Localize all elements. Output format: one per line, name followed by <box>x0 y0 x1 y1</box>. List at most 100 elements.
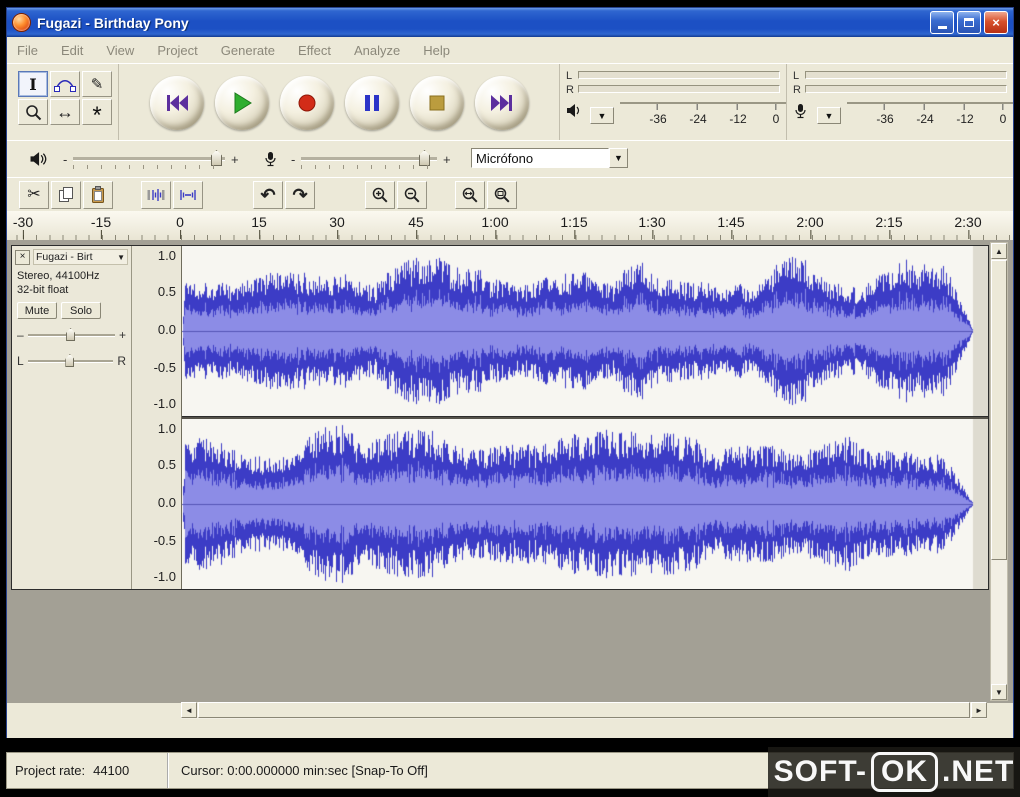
scroll-left-button[interactable]: ◄ <box>181 702 197 718</box>
stop-button[interactable] <box>409 75 464 130</box>
output-volume-thumb[interactable] <box>211 150 222 166</box>
vertical-scrollbar[interactable]: ▲ ▼ <box>990 242 1008 701</box>
waveform-left-channel[interactable] <box>182 246 988 416</box>
input-meter[interactable]: L R ▼ -36 -24 -12 0 <box>787 64 1013 141</box>
gain-slider-thumb[interactable] <box>66 328 76 341</box>
waveform-right-channel[interactable] <box>182 419 988 589</box>
pan-slider[interactable] <box>27 353 114 369</box>
pan-slider-thumb[interactable] <box>65 354 75 367</box>
envelope-icon <box>54 80 76 92</box>
paste-button[interactable] <box>83 181 113 209</box>
gain-slider[interactable] <box>27 327 116 343</box>
track-area: × Fugazi - Birt ▼ Stereo, 44100Hz 32-bit… <box>7 240 1013 703</box>
close-button[interactable]: × <box>984 11 1008 34</box>
double-arrow-icon: ↔ <box>56 102 74 122</box>
multi-tool-button[interactable]: * <box>82 99 112 129</box>
input-source-select[interactable]: Micrófono ▼ <box>471 148 628 168</box>
zoom-out-icon <box>404 187 420 203</box>
fit-project-button[interactable] <box>487 181 517 209</box>
fit-project-icon <box>494 187 510 203</box>
output-meter-dropdown[interactable]: ▼ <box>590 107 614 124</box>
horizontal-scrollbar[interactable]: ◄ ► <box>181 702 987 719</box>
envelope-tool-button[interactable] <box>50 71 80 97</box>
output-volume-icon <box>29 141 47 177</box>
silence-button[interactable] <box>173 181 203 209</box>
pan-left-label: L <box>17 354 24 368</box>
skip-to-start-button[interactable] <box>149 75 204 130</box>
timeline-ruler[interactable]: -30 -15 0 15 30 45 1:00 1:15 1:30 1:45 2… <box>7 211 1013 241</box>
scroll-right-button[interactable]: ► <box>971 702 987 718</box>
trim-button[interactable] <box>141 181 171 209</box>
zoom-tool-button[interactable] <box>18 99 48 125</box>
maximize-button[interactable] <box>957 11 981 34</box>
redo-button[interactable]: ↷ <box>285 181 315 209</box>
selection-tool-button[interactable]: I <box>18 71 48 97</box>
output-right-meter-bar <box>578 85 780 93</box>
menu-edit[interactable]: Edit <box>61 43 83 58</box>
timeshift-tool-button[interactable]: ↔ <box>50 99 80 125</box>
watermark-part3: .NET <box>942 755 1015 788</box>
maximize-icon <box>964 18 974 27</box>
scroll-down-button[interactable]: ▼ <box>991 684 1007 700</box>
zoom-out-button[interactable] <box>397 181 427 209</box>
output-left-meter-bar <box>578 71 780 79</box>
output-meter[interactable]: L R ▼ -36 -24 -12 0 <box>560 64 787 141</box>
input-source-value: Micrófono <box>471 148 609 168</box>
vertical-scroll-thumb[interactable] <box>991 260 1007 560</box>
waveform-display[interactable] <box>182 246 988 589</box>
ibeam-icon: I <box>29 74 37 94</box>
audacity-window: Fugazi - Birthday Pony × File Edit View … <box>6 7 1014 738</box>
audio-track: × Fugazi - Birt ▼ Stereo, 44100Hz 32-bit… <box>11 245 989 590</box>
menu-help[interactable]: Help <box>423 43 450 58</box>
minimize-icon <box>937 25 947 29</box>
output-right-label: R <box>566 84 574 96</box>
minimize-button[interactable] <box>930 11 954 34</box>
track-format-line1: Stereo, 44100Hz <box>17 270 100 282</box>
record-icon <box>298 94 315 111</box>
cursor-position-text: Cursor: 0:00.000000 min:sec [Snap-To Off… <box>181 763 428 778</box>
track-close-button[interactable]: × <box>15 249 30 265</box>
pause-button[interactable] <box>344 75 399 130</box>
project-rate-value[interactable]: 44100 <box>93 763 129 778</box>
window-title: Fugazi - Birthday Pony <box>37 14 189 31</box>
track-title-menu[interactable]: Fugazi - Birt ▼ <box>33 249 128 265</box>
menu-bar: File Edit View Project Generate Effect A… <box>7 37 1013 64</box>
pan-right-label: R <box>117 354 126 368</box>
multi-tool-icon: * <box>92 102 102 129</box>
audacity-app-icon <box>12 13 31 32</box>
draw-tool-button[interactable]: ✎ <box>82 71 112 97</box>
input-meter-dropdown[interactable]: ▼ <box>817 107 841 124</box>
scroll-up-button[interactable]: ▲ <box>991 243 1007 259</box>
undo-button[interactable]: ↶ <box>253 181 283 209</box>
combo-arrow-icon[interactable]: ▼ <box>609 148 628 168</box>
stop-icon <box>429 95 444 110</box>
track-menu-arrow-icon: ▼ <box>117 252 125 262</box>
track-title: Fugazi - Birt <box>36 251 93 263</box>
output-meter-scale: -36 -24 -12 0 <box>620 102 786 132</box>
output-volume-slider[interactable] <box>73 141 225 177</box>
input-volume-thumb[interactable] <box>419 150 430 166</box>
menu-view[interactable]: View <box>106 43 134 58</box>
cut-button[interactable]: ✂ <box>19 181 49 209</box>
input-right-meter-bar <box>805 85 1007 93</box>
copy-button[interactable] <box>51 181 81 209</box>
zoom-in-button[interactable] <box>365 181 395 209</box>
play-button[interactable] <box>214 75 269 130</box>
menu-generate[interactable]: Generate <box>221 43 275 58</box>
input-volume-slider[interactable] <box>301 141 437 177</box>
input-left-label: L <box>793 70 800 82</box>
menu-effect[interactable]: Effect <box>298 43 331 58</box>
skip-to-end-button[interactable] <box>474 75 529 130</box>
menu-analyze[interactable]: Analyze <box>354 43 400 58</box>
solo-button[interactable]: Solo <box>61 302 101 319</box>
input-volume-plus: + <box>443 151 451 167</box>
input-left-meter-bar <box>805 71 1007 79</box>
menu-file[interactable]: File <box>17 43 38 58</box>
menu-project[interactable]: Project <box>157 43 197 58</box>
fit-selection-button[interactable] <box>455 181 485 209</box>
input-right-label: R <box>793 84 801 96</box>
horizontal-scroll-thumb[interactable] <box>198 702 970 718</box>
input-meter-scale: -36 -24 -12 0 <box>847 102 1013 132</box>
record-button[interactable] <box>279 75 334 130</box>
mute-button[interactable]: Mute <box>17 302 57 319</box>
